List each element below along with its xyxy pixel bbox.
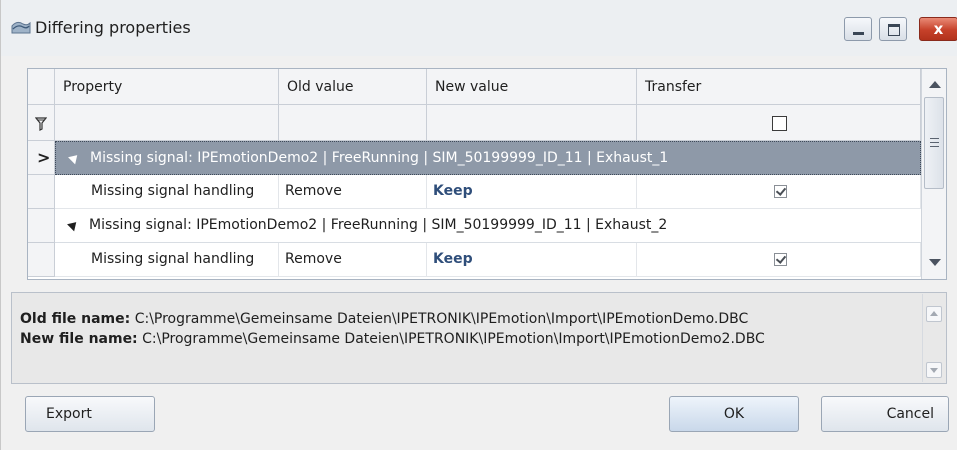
maximize-button[interactable] bbox=[879, 17, 907, 41]
group-row[interactable]: Missing signal: IPEmotionDemo2 | FreeRun… bbox=[55, 141, 921, 175]
grid-vertical-scrollbar[interactable] bbox=[921, 69, 946, 279]
transfer-checkbox[interactable] bbox=[774, 253, 787, 266]
minimize-button[interactable] bbox=[844, 17, 872, 41]
scroll-down-icon[interactable] bbox=[929, 259, 941, 266]
properties-grid: Property Old value New value Transfer > … bbox=[27, 68, 947, 280]
filter-transfer-checkbox[interactable] bbox=[772, 116, 787, 131]
cell-transfer[interactable] bbox=[637, 243, 921, 277]
cell-property[interactable]: Missing signal handling bbox=[85, 175, 279, 209]
window-title: Differing properties bbox=[35, 18, 191, 37]
info-scroll-down-icon[interactable] bbox=[926, 362, 942, 378]
indent-cell bbox=[55, 175, 85, 209]
row-header[interactable] bbox=[28, 243, 55, 277]
column-header-old-value[interactable]: Old value bbox=[279, 69, 427, 105]
filter-transfer[interactable] bbox=[637, 105, 921, 141]
old-file-label: Old file name: bbox=[20, 311, 131, 327]
transfer-checkbox[interactable] bbox=[774, 185, 787, 198]
close-icon: x bbox=[933, 20, 944, 38]
filter-icon[interactable] bbox=[35, 117, 47, 131]
dialog-window: Differing properties x Property Old valu… bbox=[0, 0, 957, 450]
group-row[interactable]: Missing signal: IPEmotionDemo2 | FreeRun… bbox=[55, 209, 921, 243]
old-file-value: C:\Programme\Gemeinsame Dateien\IPETRONI… bbox=[134, 311, 749, 327]
row-header[interactable] bbox=[28, 209, 55, 243]
cell-transfer[interactable] bbox=[637, 175, 921, 209]
cell-old-value[interactable]: Remove bbox=[279, 243, 427, 277]
new-file-value: C:\Programme\Gemeinsame Dateien\IPETRONI… bbox=[142, 331, 765, 347]
old-file-line: Old file name: C:\Programme\Gemeinsame D… bbox=[20, 311, 748, 327]
column-header-property[interactable]: Property bbox=[55, 69, 279, 105]
indent-cell bbox=[55, 243, 85, 277]
new-file-line: New file name: C:\Programme\Gemeinsame D… bbox=[20, 331, 765, 347]
scroll-up-icon[interactable] bbox=[929, 81, 941, 88]
cell-new-value[interactable]: Keep bbox=[427, 243, 637, 277]
filter-property[interactable] bbox=[55, 105, 279, 141]
cell-property[interactable]: Missing signal handling bbox=[85, 243, 279, 277]
group-label: Missing signal: IPEmotionDemo2 | FreeRun… bbox=[90, 150, 669, 166]
cancel-button[interactable]: Cancel bbox=[821, 396, 949, 432]
collapse-triangle-icon[interactable] bbox=[68, 151, 81, 165]
collapse-triangle-icon[interactable] bbox=[67, 218, 80, 232]
app-icon bbox=[11, 21, 31, 34]
row-header[interactable] bbox=[28, 175, 55, 209]
grid-corner bbox=[28, 69, 55, 105]
current-row-indicator-icon: > bbox=[37, 148, 51, 167]
ok-button[interactable]: OK bbox=[669, 396, 799, 432]
scrollbar-thumb[interactable] bbox=[924, 97, 944, 189]
file-info-panel: Old file name: C:\Programme\Gemeinsame D… bbox=[11, 292, 947, 384]
close-button[interactable]: x bbox=[919, 17, 957, 41]
filter-old-value[interactable] bbox=[279, 105, 427, 141]
row-header[interactable]: > bbox=[28, 141, 55, 175]
column-header-transfer[interactable]: Transfer bbox=[637, 69, 921, 105]
group-label: Missing signal: IPEmotionDemo2 | FreeRun… bbox=[89, 217, 668, 233]
new-file-label: New file name: bbox=[20, 331, 138, 347]
info-scroll-up-icon[interactable] bbox=[926, 306, 942, 322]
cell-new-value[interactable]: Keep bbox=[427, 175, 637, 209]
title-bar[interactable]: Differing properties x bbox=[1, 0, 957, 56]
cell-old-value[interactable]: Remove bbox=[279, 175, 427, 209]
info-scrollbar[interactable] bbox=[922, 294, 945, 382]
column-header-new-value[interactable]: New value bbox=[427, 69, 637, 105]
filter-new-value[interactable] bbox=[427, 105, 637, 141]
export-button[interactable]: Export bbox=[25, 396, 155, 432]
